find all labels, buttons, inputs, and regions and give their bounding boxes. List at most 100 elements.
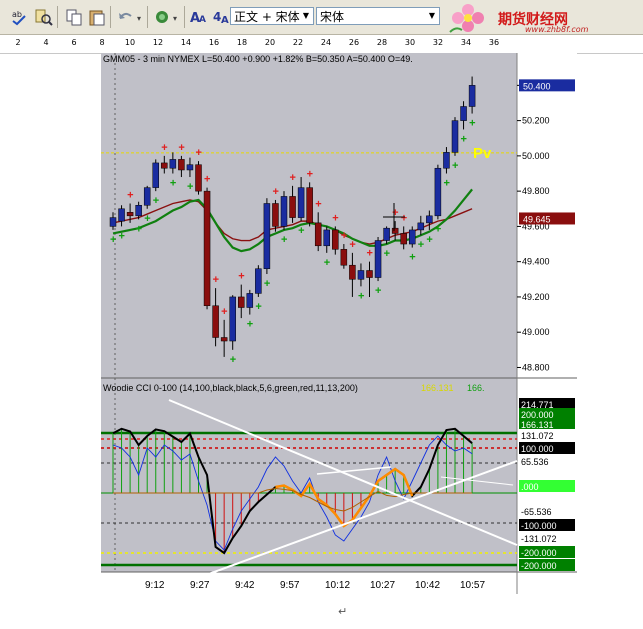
psar-down-mark: + xyxy=(315,198,321,210)
cci-value-tag-label: -131.072 xyxy=(521,534,557,544)
spellcheck-icon[interactable]: ab xyxy=(8,6,30,28)
candle-body xyxy=(152,162,159,188)
psar-up-mark: + xyxy=(298,225,304,237)
ruler-tick: 26 xyxy=(348,38,360,47)
styles-icon[interactable]: AA xyxy=(188,6,210,28)
psar-down-mark: + xyxy=(161,142,167,154)
candle-body xyxy=(238,296,245,308)
last-price-tag-label: 50.400 xyxy=(523,81,551,91)
ruler-tick: 14 xyxy=(180,38,192,47)
candle-body xyxy=(340,249,348,266)
candle-body xyxy=(409,229,416,245)
svg-text:▾: ▾ xyxy=(137,14,141,23)
psar-up-mark: + xyxy=(418,239,424,251)
candle-body xyxy=(126,212,134,217)
candle-body xyxy=(349,264,356,280)
cci-value-tag-label: -200.000 xyxy=(521,561,557,571)
toolbar: ab ▾ ▾ AA 4A 正文 + 宋体 ▼ 宋体 ▼ 期货财经网 www.zh… xyxy=(0,0,643,35)
ruler-tick: 22 xyxy=(292,38,304,47)
candle-body xyxy=(434,167,442,217)
candle-body xyxy=(255,268,262,294)
cci-value-tag-label: 100.000 xyxy=(521,444,554,454)
psar-up-mark: + xyxy=(435,223,441,235)
price-tick-label: 50.200 xyxy=(522,116,550,126)
psar-up-mark: + xyxy=(358,290,364,302)
style-select[interactable]: 正文 + 宋体 ▼ xyxy=(230,7,314,25)
paste-icon[interactable] xyxy=(86,6,108,28)
psar-down-mark: + xyxy=(307,168,313,180)
candle-body xyxy=(468,85,476,107)
ruler-tick: 30 xyxy=(404,38,416,47)
psar-down-mark: + xyxy=(401,212,407,224)
psar-up-mark: + xyxy=(264,278,270,290)
pivot-label: Pv xyxy=(473,145,492,162)
candle-body xyxy=(443,152,450,169)
psar-down-mark: + xyxy=(178,142,184,154)
psar-up-mark: + xyxy=(469,118,475,130)
copy-icon[interactable] xyxy=(63,6,85,28)
cci-header: Woodie CCI 0-100 (14,100,black,black,5,6… xyxy=(103,383,358,393)
time-axis-label: 9:27 xyxy=(190,580,210,591)
svg-text:ab: ab xyxy=(12,10,22,19)
candle-body xyxy=(272,203,279,227)
psar-down-mark: + xyxy=(272,186,278,198)
candle-body xyxy=(161,162,168,169)
cci-value-tag-label: 166.131 xyxy=(521,420,554,430)
candle-body xyxy=(118,208,125,222)
psar-up-mark: + xyxy=(119,230,125,242)
ruler-tick: 34 xyxy=(460,38,472,47)
candle-body xyxy=(289,196,296,218)
time-axis-label: 10:57 xyxy=(460,580,485,591)
psar-down-mark: + xyxy=(127,189,133,201)
psar-down-mark: + xyxy=(204,174,210,186)
psar-up-mark: + xyxy=(426,234,432,246)
candle-body xyxy=(109,217,117,227)
cci-value-tag-label: -100.000 xyxy=(521,521,557,531)
svg-text:A: A xyxy=(199,15,206,25)
price-chart: 50.40050.20050.00049.80049.60049.40049.2… xyxy=(101,53,577,594)
candle-body xyxy=(323,229,330,247)
undo-button[interactable]: ▾ xyxy=(114,6,146,28)
candle-body xyxy=(366,270,373,278)
font-select[interactable]: 宋体 ▼ xyxy=(316,7,440,25)
candle-body xyxy=(186,164,194,171)
candle-body xyxy=(451,120,459,153)
hyperlink-icon[interactable]: ▾ xyxy=(152,6,182,28)
candle-body xyxy=(220,337,228,342)
psar-up-mark: + xyxy=(136,223,142,235)
research-icon[interactable] xyxy=(32,6,54,28)
psar-up-mark: + xyxy=(255,301,261,313)
time-axis-label: 10:27 xyxy=(370,580,395,591)
cci-header-value: 166.131 xyxy=(421,383,454,393)
ruler-tick: 18 xyxy=(236,38,248,47)
format-paint-icon[interactable]: 4A xyxy=(210,6,232,28)
chevron-down-icon[interactable]: ▼ xyxy=(426,9,438,23)
horizontal-ruler: 2 4 6 8 10 12 14 16 18 20 22 24 26 28 30 32 34 36 xyxy=(0,35,643,54)
candle-body xyxy=(203,190,211,307)
svg-text:▾: ▾ xyxy=(173,14,177,23)
psar-up-mark: + xyxy=(187,181,193,193)
cci-value-tag-label: -200.000 xyxy=(521,548,557,558)
candle-body xyxy=(297,187,305,218)
candle-body xyxy=(332,229,339,250)
candle-body xyxy=(391,227,399,234)
candle-body xyxy=(383,227,390,241)
ruler-tick: 2 xyxy=(15,38,21,47)
candle-body xyxy=(212,305,219,338)
ruler-tick: 28 xyxy=(376,38,388,47)
psar-up-mark: + xyxy=(230,354,236,366)
psar-up-mark: + xyxy=(384,248,390,260)
chevron-down-icon[interactable]: ▼ xyxy=(300,9,312,23)
price-tick-label: 49.800 xyxy=(522,186,550,196)
psar-up-mark: + xyxy=(375,285,381,297)
psar-up-mark: + xyxy=(153,195,159,207)
candle-body xyxy=(263,203,271,269)
psar-up-mark: + xyxy=(247,319,253,331)
ruler-tick: 36 xyxy=(488,38,500,47)
psar-up-mark: + xyxy=(461,133,467,145)
ruler-tick: 24 xyxy=(320,38,332,47)
cci-value-tag-label: .000 xyxy=(521,482,539,492)
ruler-tick: 6 xyxy=(71,38,77,47)
cci-value-tag-label: 65.536 xyxy=(521,457,549,467)
chart-canvas: 50.40050.20050.00049.80049.60049.40049.2… xyxy=(101,53,577,594)
